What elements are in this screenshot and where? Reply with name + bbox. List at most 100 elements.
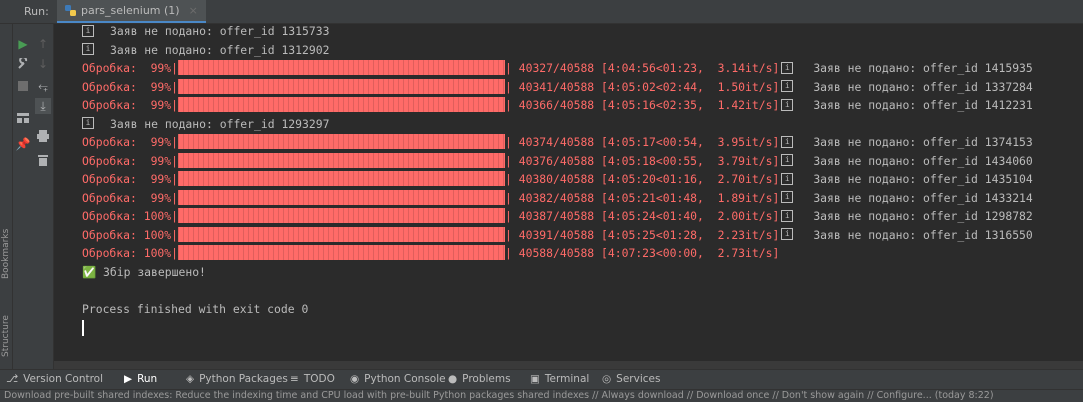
progress-line: Обробка: 99%| | 40382/40588 [4:05:21<01:4… xyxy=(82,189,1033,207)
pin-icon[interactable]: 📌 xyxy=(15,136,31,152)
progress-bar xyxy=(178,226,506,242)
progress-line: Обробка: 99%| | 40376/40588 [4:05:18<00:5… xyxy=(82,152,1033,170)
horizontal-scrollbar[interactable] xyxy=(54,361,1083,369)
tab-version-control[interactable]: ⎇ Version Control xyxy=(6,373,103,385)
progress-bar xyxy=(178,189,506,205)
terminal-icon: ▣ xyxy=(530,373,540,385)
scroll-to-end-icon[interactable]: ⤓ xyxy=(35,98,51,114)
python-icon xyxy=(65,5,76,16)
bookmarks-label[interactable]: Bookmarks xyxy=(1,229,11,279)
tab-pars-selenium[interactable]: pars_selenium (1) × xyxy=(57,0,206,23)
wrench-icon[interactable] xyxy=(15,56,31,72)
info-text: Заяв не подано: offer_id 1412231 xyxy=(813,98,1033,112)
status-message[interactable]: Download pre-built shared indexes: Reduc… xyxy=(4,390,994,401)
progress-bar xyxy=(178,78,506,94)
tab-label: pars_selenium (1) xyxy=(81,4,180,17)
soft-wrap-icon[interactable]: ⥆ xyxy=(35,78,51,94)
info-icon: i xyxy=(781,209,794,222)
tab-label: Problems xyxy=(462,373,511,385)
todo-icon: ≡ xyxy=(290,373,299,385)
structure-label[interactable]: Structure xyxy=(1,315,11,357)
console-toolbar: ↑ ↓ ⥆ ⤓ xyxy=(33,24,54,369)
run-label: Run: xyxy=(24,5,49,18)
layout-icon[interactable] xyxy=(15,110,31,126)
progress-bar xyxy=(178,171,506,186)
progress-line: Обробка: 99%| | 40341/40588 [4:05:02<02:4… xyxy=(82,78,1033,96)
text-caret xyxy=(82,320,84,336)
progress-bar xyxy=(178,208,506,223)
rerun-icon[interactable]: ▶ xyxy=(15,36,31,52)
done-line: ✅ Збір завершено! xyxy=(82,263,206,281)
progress-label: Обробка: 100%| xyxy=(82,227,179,242)
version-control-icon: ⎇ xyxy=(6,373,19,385)
info-text: Заяв не подано: offer_id 1433214 xyxy=(813,190,1033,205)
progress-label: Обробка: 99%| xyxy=(82,98,179,112)
console-output[interactable]: i Заяв не подано: offer_id 1315733 i Заяв н… xyxy=(54,24,1083,369)
info-icon: i xyxy=(781,98,794,111)
info-line: i Заяв не подано: offer_id 1312902 xyxy=(82,41,329,59)
progress-stats: | 40380/40588 [4:05:20<01:16, 2.70it/s] xyxy=(505,172,780,186)
progress-label: Обробка: 99%| xyxy=(82,172,179,186)
progress-bar xyxy=(178,152,506,168)
down-arrow-icon[interactable]: ↓ xyxy=(35,56,51,72)
progress-stats: | 40374/40588 [4:05:17<00:54, 3.95it/s] xyxy=(505,135,780,149)
up-arrow-icon[interactable]: ↑ xyxy=(35,36,51,52)
stop-icon[interactable] xyxy=(15,78,31,94)
progress-label: Обробка: 99%| xyxy=(82,61,179,75)
progress-line: Обробка: 99%| | 40374/40588 [4:05:17<00:5… xyxy=(82,133,1033,151)
run-toolbar: ▶ 📌 xyxy=(13,24,33,369)
close-icon[interactable]: × xyxy=(189,4,198,17)
progress-label: Обробка: 99%| xyxy=(82,153,179,168)
trash-icon[interactable] xyxy=(35,152,51,168)
progress-stats: | 40341/40588 [4:05:02<02:44, 1.50it/s] xyxy=(505,79,780,94)
info-icon: i xyxy=(781,191,794,203)
progress-line: Обробка: 99%| | 40366/40588 [4:05:16<02:3… xyxy=(82,96,1033,114)
info-icon: i xyxy=(781,80,794,92)
progress-bar xyxy=(178,97,506,112)
info-icon: i xyxy=(781,228,794,240)
info-icon: i xyxy=(781,172,794,185)
progress-label: Обробка: 99%| xyxy=(82,79,179,94)
info-text: Заяв не подано: offer_id 1337284 xyxy=(813,79,1033,94)
info-line: i Заяв не подано: offer_id 1293297 xyxy=(82,115,329,133)
info-text: Заяв не подано: offer_id 1315733 xyxy=(110,24,330,38)
tab-label: Python Console xyxy=(364,373,446,385)
progress-stats: | 40366/40588 [4:05:16<02:35, 1.42it/s] xyxy=(505,98,780,112)
progress-stats: | 40391/40588 [4:05:25<01:28, 2.23it/s] xyxy=(505,227,780,242)
progress-bar xyxy=(178,60,506,75)
tab-python-console[interactable]: ◉ Python Console xyxy=(350,373,446,385)
tab-label: Run xyxy=(137,373,158,385)
info-text: Заяв не подано: offer_id 1312902 xyxy=(110,42,330,57)
services-icon: ◎ xyxy=(602,373,612,385)
progress-line: Обробка: 100%| | 40391/40588 [4:05:25<01:… xyxy=(82,226,1033,244)
tab-label: Terminal xyxy=(544,373,590,385)
tab-label: Services xyxy=(616,373,661,385)
info-text: Заяв не подано: offer_id 1374153 xyxy=(813,135,1033,149)
progress-line: Обробка: 100%| | 40387/40588 [4:05:24<01:… xyxy=(82,207,1033,225)
info-icon: i xyxy=(781,135,794,148)
info-text: Заяв не подано: offer_id 1435104 xyxy=(813,172,1033,186)
info-text: Заяв не подано: offer_id 1316550 xyxy=(813,227,1033,242)
progress-line: Обробка: 100%| | 40588/40588 [4:07:23<00:… xyxy=(82,244,779,262)
progress-stats: | 40376/40588 [4:05:18<00:55, 3.79it/s] xyxy=(505,153,780,168)
tab-label: Python Packages xyxy=(199,373,288,385)
info-icon: i xyxy=(82,117,94,129)
exit-text: Process finished with exit code 0 xyxy=(82,301,309,316)
tab-label: Version Control xyxy=(23,373,104,385)
tab-terminal[interactable]: ▣ Terminal xyxy=(530,373,589,385)
progress-stats: | 40382/40588 [4:05:21<01:48, 1.89it/s] xyxy=(505,190,780,205)
tab-python-packages[interactable]: ◈ Python Packages xyxy=(186,373,288,385)
info-text: Заяв не подано: offer_id 1415935 xyxy=(813,61,1033,75)
run-icon: ▶ xyxy=(124,373,133,385)
tab-todo[interactable]: ≡ TODO xyxy=(290,373,335,385)
tab-run[interactable]: ▶ Run xyxy=(124,373,157,385)
tab-problems[interactable]: ● Problems xyxy=(448,373,511,385)
info-text: Заяв не подано: offer_id 1298782 xyxy=(813,209,1033,223)
problems-icon: ● xyxy=(448,373,458,385)
progress-label: Обробка: 99%| xyxy=(82,135,179,149)
bottom-tool-tabs: ⎇ Version Control ▶ Run ◈ Python Packages ≡ TOD… xyxy=(0,369,1083,390)
run-tool-window-header: Run: pars_selenium (1) × xyxy=(0,0,1083,24)
progress-stats: | 40327/40588 [4:04:56<01:23, 3.14it/s] xyxy=(505,61,780,75)
tab-services[interactable]: ◎ Services xyxy=(602,373,660,385)
print-icon[interactable] xyxy=(35,128,51,144)
